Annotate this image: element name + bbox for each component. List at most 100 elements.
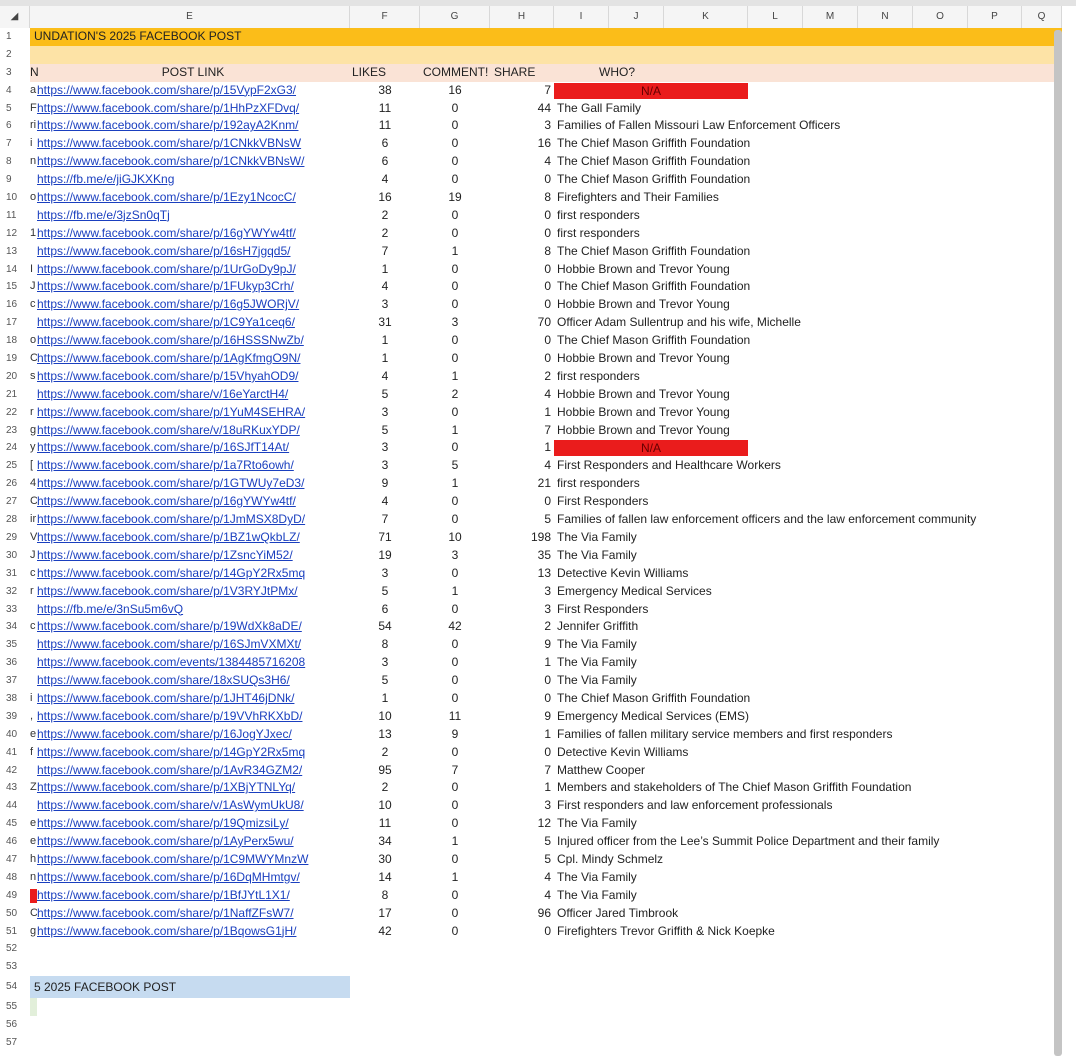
share-cell[interactable]: 1	[490, 654, 553, 672]
row-number[interactable]: 11	[0, 206, 30, 225]
section2-title[interactable]: 5 2025 FACEBOOK POST	[30, 976, 350, 999]
post-link[interactable]: https://www.facebook.com/share/p/1AgKfmg…	[37, 350, 349, 368]
row-number[interactable]: 34	[0, 618, 30, 637]
cell-d[interactable]: J	[30, 547, 37, 565]
post-link[interactable]: https://www.facebook.com/share/p/19Qmizs…	[37, 815, 349, 833]
share-cell[interactable]: 0	[490, 207, 553, 225]
post-link[interactable]: https://www.facebook.com/share/p/16HSSSN…	[37, 332, 349, 350]
header-share[interactable]: SHARE	[494, 64, 535, 82]
who-cell[interactable]: Hobbie Brown and Trevor Young	[557, 404, 1057, 422]
who-cell[interactable]: The Via Family	[557, 887, 1057, 905]
post-link[interactable]: https://www.facebook.com/share/p/19VVhRK…	[37, 708, 349, 726]
cell-d[interactable]: 4	[30, 475, 37, 493]
comments-cell[interactable]: 0	[420, 207, 490, 225]
comments-cell[interactable]: 19	[420, 189, 490, 207]
likes-cell[interactable]: 2	[350, 207, 420, 225]
row-number[interactable]: 30	[0, 546, 30, 565]
row-number[interactable]: 54	[0, 976, 30, 999]
comments-cell[interactable]: 1	[420, 869, 490, 887]
likes-cell[interactable]: 3	[350, 439, 420, 457]
row-number[interactable]: 26	[0, 475, 30, 494]
who-cell[interactable]: Hobbie Brown and Trevor Young	[557, 261, 1057, 279]
post-link[interactable]: https://www.facebook.com/share/p/16JogYJ…	[37, 726, 349, 744]
share-cell[interactable]: 16	[490, 135, 553, 153]
comments-cell[interactable]: 0	[420, 887, 490, 905]
vertical-scrollbar[interactable]	[1054, 30, 1062, 1056]
who-cell[interactable]: The Chief Mason Griffith Foundation	[557, 153, 1057, 171]
row-number[interactable]: 45	[0, 815, 30, 834]
share-cell[interactable]: 5	[490, 833, 553, 851]
cell-d[interactable]: i	[30, 690, 37, 708]
who-cell[interactable]: The Chief Mason Griffith Foundation	[557, 243, 1057, 261]
share-cell[interactable]: 4	[490, 869, 553, 887]
who-cell[interactable]: Matthew Cooper	[557, 762, 1057, 780]
share-cell[interactable]: 13	[490, 565, 553, 583]
likes-cell[interactable]: 11	[350, 100, 420, 118]
cell-d[interactable]: [	[30, 457, 37, 475]
cell-d[interactable]	[30, 654, 37, 672]
row-number[interactable]: 51	[0, 922, 30, 941]
cell-d[interactable]: Z	[30, 779, 37, 797]
likes-cell[interactable]: 19	[350, 547, 420, 565]
column-header-P[interactable]: P	[968, 6, 1022, 28]
post-link[interactable]: https://www.facebook.com/share/p/1UrGoDy…	[37, 261, 349, 279]
likes-cell[interactable]: 1	[350, 332, 420, 350]
cell-d[interactable]: V	[30, 529, 37, 547]
post-link[interactable]: https://www.facebook.com/share/p/1XBjYTN…	[37, 779, 349, 797]
row-number[interactable]: 56	[0, 1016, 30, 1034]
who-cell[interactable]: first responders	[557, 225, 1057, 243]
share-cell[interactable]: 0	[490, 923, 553, 941]
post-link[interactable]: https://fb.me/e/jiGJKXKng	[37, 171, 349, 189]
cell-d[interactable]: e	[30, 726, 37, 744]
row-number[interactable]: 16	[0, 296, 30, 315]
likes-cell[interactable]: 8	[350, 887, 420, 905]
likes-cell[interactable]: 1	[350, 261, 420, 279]
comments-cell[interactable]: 0	[420, 117, 490, 135]
post-link[interactable]: https://fb.me/e/3jzSn0qTj	[37, 207, 349, 225]
cell-d[interactable]: C	[30, 905, 37, 923]
share-cell[interactable]: 4	[490, 153, 553, 171]
post-link[interactable]: https://www.facebook.com/share/p/1YuM4SE…	[37, 404, 349, 422]
row-number[interactable]: 46	[0, 833, 30, 851]
comments-cell[interactable]: 0	[420, 225, 490, 243]
comments-cell[interactable]: 0	[420, 851, 490, 869]
share-cell[interactable]: 3	[490, 797, 553, 815]
cell-d[interactable]	[30, 207, 37, 225]
who-cell[interactable]: Detective Kevin Williams	[557, 565, 1057, 583]
who-cell[interactable]: Officer Jared Timbrook	[557, 905, 1057, 923]
row-number[interactable]: 4	[0, 81, 30, 100]
cell-d[interactable]	[30, 314, 37, 332]
post-link[interactable]: https://www.facebook.com/share/p/19WdXk8…	[37, 618, 349, 636]
share-cell[interactable]: 0	[490, 350, 553, 368]
row-number[interactable]: 40	[0, 725, 30, 744]
comments-cell[interactable]: 1	[420, 422, 490, 440]
row-number[interactable]: 3	[0, 63, 30, 82]
share-cell[interactable]: 2	[490, 618, 553, 636]
share-cell[interactable]: 1	[490, 726, 553, 744]
who-cell[interactable]: first responders	[557, 207, 1057, 225]
cell-d[interactable]: C	[30, 350, 37, 368]
column-header-E[interactable]: E	[30, 6, 350, 28]
comments-cell[interactable]: 0	[420, 905, 490, 923]
share-cell[interactable]: 198	[490, 529, 553, 547]
row-number[interactable]: 12	[0, 224, 30, 243]
cell-d[interactable]: o	[30, 332, 37, 350]
post-link[interactable]: https://www.facebook.com/share/p/16SJfT1…	[37, 439, 349, 457]
post-link[interactable]: https://www.facebook.com/share/p/1BZ1wQk…	[37, 529, 349, 547]
likes-cell[interactable]: 16	[350, 189, 420, 207]
row-number[interactable]: 57	[0, 1033, 30, 1052]
who-cell[interactable]: Hobbie Brown and Trevor Young	[557, 350, 1057, 368]
comments-cell[interactable]: 5	[420, 457, 490, 475]
likes-cell[interactable]: 3	[350, 296, 420, 314]
row-number[interactable]: 7	[0, 135, 30, 154]
row-number[interactable]: 8	[0, 153, 30, 172]
likes-cell[interactable]: 2	[350, 225, 420, 243]
who-na-cell[interactable]: N/A	[554, 82, 748, 99]
who-cell[interactable]: Emergency Medical Services (EMS)	[557, 708, 1057, 726]
row-number[interactable]: 24	[0, 439, 30, 458]
row-number[interactable]: 36	[0, 654, 30, 673]
comments-cell[interactable]: 0	[420, 261, 490, 279]
red-flag-cell[interactable]	[30, 888, 37, 903]
likes-cell[interactable]: 5	[350, 386, 420, 404]
cell-d[interactable]: 1	[30, 225, 37, 243]
